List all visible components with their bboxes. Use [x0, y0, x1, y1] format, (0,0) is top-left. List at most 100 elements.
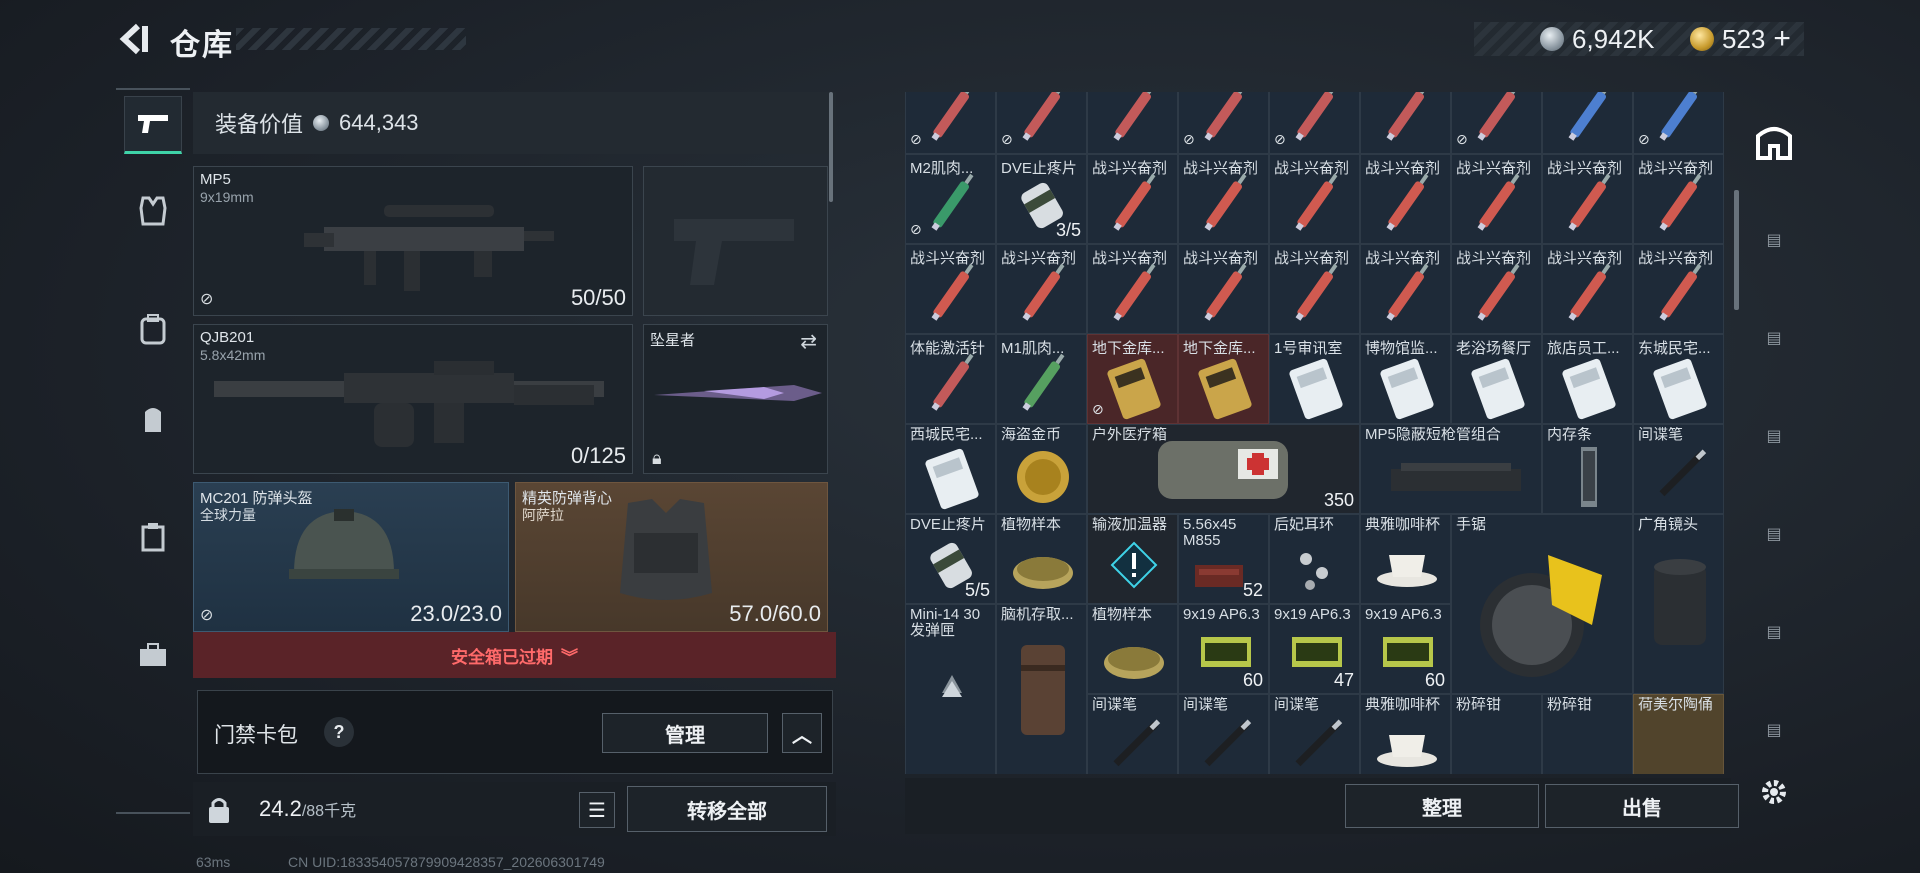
inventory-cell[interactable]: 战斗兴奋剂 [1269, 244, 1360, 334]
inventory-cell[interactable]: 9x19 AP6.3 47 [1269, 604, 1360, 694]
rig-tab-icon[interactable] [124, 390, 182, 448]
transfer-all-button[interactable]: 转移全部 [627, 786, 827, 832]
container-3-icon[interactable]: ▤ [1752, 414, 1796, 458]
inventory-cell[interactable]: 体能强化剂 [1087, 92, 1178, 154]
settings-gear-icon[interactable] [1752, 770, 1796, 814]
inventory-cell[interactable]: 植物样本 [996, 514, 1087, 604]
inventory-cell[interactable]: 间谍笔 [1633, 424, 1724, 514]
list-view-icon[interactable]: ☰ [579, 792, 615, 828]
sell-button[interactable]: 出售 [1545, 784, 1739, 828]
container-2-icon[interactable]: ▤ [1752, 316, 1796, 360]
armor-slot[interactable]: 精英防弹背心 阿萨拉 57.0/60.0 [515, 482, 828, 632]
inventory-cell[interactable]: 战斗兴奋剂 [1451, 244, 1542, 334]
stash-icon[interactable] [1752, 120, 1796, 164]
inventory-cell[interactable]: 5.56x45 M855 52 [1178, 514, 1269, 604]
add-currency-icon[interactable]: + [1773, 22, 1791, 56]
safe-box-expired-bar[interactable]: 安全箱已过期 ︾ [193, 632, 836, 678]
sort-button[interactable]: 整理 [1345, 784, 1539, 828]
inventory-cell[interactable]: 后妃耳环 [1269, 514, 1360, 604]
inventory-scrollbar[interactable] [1734, 190, 1739, 310]
inventory-cell[interactable]: 间谍笔 [1178, 694, 1269, 774]
inventory-cell[interactable]: 1号审讯室 [1269, 334, 1360, 424]
container-4-icon[interactable]: ▤ [1752, 512, 1796, 556]
inventory-cell[interactable]: 感知强化剂 [1542, 92, 1633, 154]
inventory-cell[interactable]: 9x19 AP6.3 60 [1178, 604, 1269, 694]
inventory-cell[interactable]: 体能强化剂⊘ [1178, 92, 1269, 154]
backpack-tab-icon[interactable] [124, 300, 182, 358]
case-tab-icon[interactable] [124, 626, 182, 684]
back-arrow-icon[interactable] [116, 22, 150, 56]
manage-button[interactable]: 管理 [602, 713, 768, 753]
inventory-cell[interactable]: MP5隐蔽短枪管组合 [1360, 424, 1542, 514]
inventory-cell[interactable]: 西城民宅... [905, 424, 996, 514]
inventory-cell[interactable]: 战斗兴奋剂 [1087, 244, 1178, 334]
inventory-cell[interactable]: 战斗兴奋剂 [905, 244, 996, 334]
inventory-cell[interactable]: 粉碎钳 [1451, 694, 1542, 774]
inventory-cell[interactable]: 战斗兴奋剂 [996, 244, 1087, 334]
inventory-cell[interactable]: 体能强化剂⊘ [996, 92, 1087, 154]
item-name: 战斗兴奋剂 [1456, 160, 1532, 177]
inventory-cell[interactable]: 脑机存取... [996, 604, 1087, 774]
inventory-cell[interactable]: 战斗兴奋剂 [1269, 154, 1360, 244]
armor-tab-icon[interactable] [124, 182, 182, 240]
inventory-cell[interactable]: 手锯 [1451, 514, 1633, 694]
inventory-cell[interactable]: 地下金库... [1178, 334, 1269, 424]
inventory-cell[interactable]: 东城民宅... [1633, 334, 1724, 424]
inventory-cell[interactable]: 体能激活针 [905, 334, 996, 424]
container-1-icon[interactable]: ▤ [1752, 218, 1796, 262]
inventory-cell[interactable]: 老浴场餐厅 [1451, 334, 1542, 424]
inventory-cell[interactable]: 战斗兴奋剂 [1360, 244, 1451, 334]
weight-lock-icon[interactable] [203, 794, 235, 826]
inventory-cell[interactable]: 战斗兴奋剂 [1542, 154, 1633, 244]
container-6-icon[interactable]: ▤ [1752, 708, 1796, 752]
inventory-cell[interactable]: 战斗兴奋剂 [1178, 244, 1269, 334]
help-icon[interactable]: ? [324, 717, 354, 747]
equipment-value-label: 装备价值 [215, 112, 304, 137]
helmet-slot[interactable]: MC201 防弹头盔 全球力量 ⊘ 23.0/23.0 [193, 482, 509, 632]
inventory-cell[interactable]: 输液加温器 [1087, 514, 1178, 604]
inventory-cell[interactable]: 战斗兴奋剂 [1178, 154, 1269, 244]
melee-slot[interactable]: 坠星者 ⇄ 🔒︎ [643, 324, 828, 474]
item-name: 战斗兴奋剂 [1092, 250, 1168, 267]
inventory-cell[interactable]: 体能强化剂⊘ [1451, 92, 1542, 154]
inventory-cell[interactable]: 博物馆监... [1360, 334, 1451, 424]
inventory-cell[interactable]: 战斗兴奋剂 [1542, 244, 1633, 334]
equipment-scrollbar[interactable] [829, 92, 833, 202]
inventory-cell[interactable]: Mini-14 30发弹匣 [905, 604, 996, 774]
inventory-cell[interactable]: 典雅咖啡杯 [1360, 514, 1451, 604]
inventory-cell[interactable]: 感知强化剂⊘ [1633, 92, 1724, 154]
inventory-cell[interactable]: 战斗兴奋剂 [1633, 154, 1724, 244]
inventory-cell[interactable]: 9x19 AP6.3 60 [1360, 604, 1451, 694]
inventory-cell[interactable]: 体能强化剂⊘ [905, 92, 996, 154]
inventory-cell[interactable]: 粉碎钳 [1542, 694, 1633, 774]
inventory-cell[interactable]: 体能强化剂 [1360, 92, 1451, 154]
gold-currency[interactable]: 523 + [1690, 22, 1791, 56]
chevron-up-icon[interactable]: ︿ [782, 713, 822, 753]
inventory-cell[interactable]: 体能强化剂⊘ [1269, 92, 1360, 154]
inventory-cell[interactable]: 植物样本 [1087, 604, 1178, 694]
inventory-cell[interactable]: 典雅咖啡杯 [1360, 694, 1451, 774]
inventory-cell[interactable]: 战斗兴奋剂 [1633, 244, 1724, 334]
inventory-cell[interactable]: 广角镜头 [1633, 514, 1724, 694]
inventory-cell[interactable]: 战斗兴奋剂 [1360, 154, 1451, 244]
inventory-cell[interactable]: 战斗兴奋剂 [1087, 154, 1178, 244]
medkit-cell[interactable]: 户外医疗箱 350 [1087, 424, 1360, 514]
primary-weapon-slot[interactable]: MP5 9x19mm ⊘ 50/50 [193, 166, 633, 316]
inventory-cell[interactable]: 间谍笔 [1269, 694, 1360, 774]
inventory-cell[interactable]: 战斗兴奋剂 [1451, 154, 1542, 244]
pouch-tab-icon[interactable] [124, 508, 182, 566]
sidearm-slot[interactable] [643, 166, 828, 316]
inventory-cell[interactable]: 海盗金币 [996, 424, 1087, 514]
inventory-cell[interactable]: 地下金库... ⊘ [1087, 334, 1178, 424]
container-5-icon[interactable]: ▤ [1752, 610, 1796, 654]
inventory-cell[interactable]: DVE止疼片 3/5 [996, 154, 1087, 244]
inventory-cell[interactable]: M2肌肉... ⊘ [905, 154, 996, 244]
inventory-cell[interactable]: 旅店员工... [1542, 334, 1633, 424]
inventory-cell[interactable]: 内存条 [1542, 424, 1633, 514]
inventory-cell[interactable]: 荷美尔陶俑 [1633, 694, 1724, 774]
inventory-cell[interactable]: M1肌肉... [996, 334, 1087, 424]
weapon-tab-icon[interactable] [124, 96, 182, 154]
inventory-cell[interactable]: 间谍笔 [1087, 694, 1178, 774]
secondary-weapon-slot[interactable]: QJB201 5.8x42mm 0/125 [193, 324, 633, 474]
inventory-cell[interactable]: DVE止疼片 5/5 [905, 514, 996, 604]
